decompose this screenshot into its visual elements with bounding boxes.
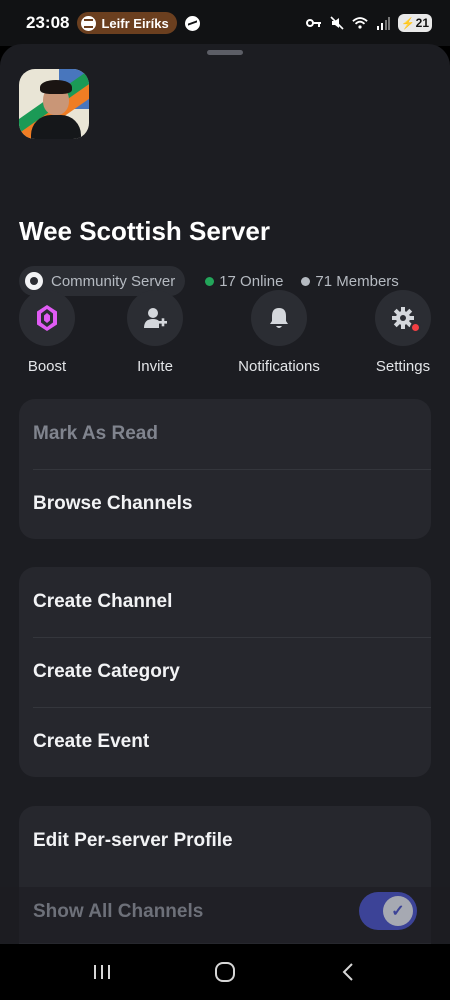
key-icon: [306, 16, 322, 30]
add-user-icon: [144, 308, 167, 328]
bell-icon: [270, 308, 288, 328]
server-menu-sheet: Wee Scottish Server Community Server 17 …: [0, 44, 450, 944]
settings-alert-dot: [410, 322, 421, 333]
sheet-drag-handle[interactable]: [207, 50, 243, 55]
system-nav-bar: [0, 944, 450, 1000]
home-icon[interactable]: [205, 952, 245, 992]
signal-icon: [375, 16, 391, 30]
notifications-button[interactable]: Notifications: [238, 290, 320, 375]
edit-server-profile-item[interactable]: Edit Per-server Profile: [19, 806, 431, 876]
invite-button-circle[interactable]: [127, 290, 183, 346]
create-event-item[interactable]: Create Event: [19, 707, 431, 777]
wifi-icon: [352, 16, 368, 30]
online-status-dot: [205, 276, 215, 286]
online-count: 17 Online: [205, 273, 283, 290]
mark-as-read-item[interactable]: Mark As Read: [19, 399, 431, 469]
settings-button[interactable]: Settings: [375, 290, 431, 375]
back-icon[interactable]: [328, 952, 368, 992]
read-browse-group: Mark As Read Browse Channels: [19, 399, 431, 539]
boost-label: Boost: [27, 358, 67, 375]
server-avatar: [19, 69, 89, 139]
show-all-channels-label: Show All Channels: [33, 901, 204, 922]
mute-icon: [329, 16, 345, 30]
invite-button[interactable]: Invite: [127, 290, 183, 375]
server-name: Wee Scottish Server: [19, 216, 270, 246]
community-badge-label: Community Server: [51, 272, 176, 290]
checkmark-icon: ✓: [383, 896, 413, 926]
boost-button-circle[interactable]: [19, 290, 75, 346]
status-bar: 23:08 Leifr Eiríks ⚡ 21: [0, 0, 450, 46]
battery-icon: ⚡ 21: [398, 14, 432, 32]
notifications-label: Notifications: [238, 358, 320, 375]
media-pill-label: Leifr Eiríks: [101, 15, 169, 31]
create-group: Create Channel Create Category Create Ev…: [19, 567, 431, 777]
clock: 23:08: [26, 13, 70, 32]
server-meta: Community Server 17 Online 71 Members: [19, 266, 399, 296]
member-count-label: 71 Members: [315, 272, 399, 290]
battery-level: 21: [415, 16, 430, 30]
boost-button[interactable]: Boost: [19, 290, 75, 375]
show-all-channels-item[interactable]: Show All Channels ✓: [19, 877, 431, 947]
browse-channels-item[interactable]: Browse Channels: [19, 469, 431, 539]
show-all-channels-toggle[interactable]: ✓: [359, 892, 417, 930]
settings-button-circle[interactable]: [375, 290, 431, 346]
media-pill[interactable]: Leifr Eiríks: [77, 12, 177, 34]
member-count: 71 Members: [301, 272, 399, 290]
messenger-icon: [184, 15, 200, 31]
community-icon: [25, 272, 43, 290]
create-category-item[interactable]: Create Category: [19, 637, 431, 707]
create-channel-item[interactable]: Create Channel: [19, 567, 431, 637]
boost-gem-icon: [37, 305, 57, 331]
online-count-label: 17 Online: [219, 272, 284, 290]
notifications-button-circle[interactable]: [251, 290, 307, 346]
settings-label: Settings: [375, 358, 431, 375]
member-status-dot: [301, 276, 311, 286]
recent-apps-icon[interactable]: [82, 952, 122, 992]
spotify-icon: [81, 15, 97, 31]
invite-label: Invite: [137, 358, 173, 375]
